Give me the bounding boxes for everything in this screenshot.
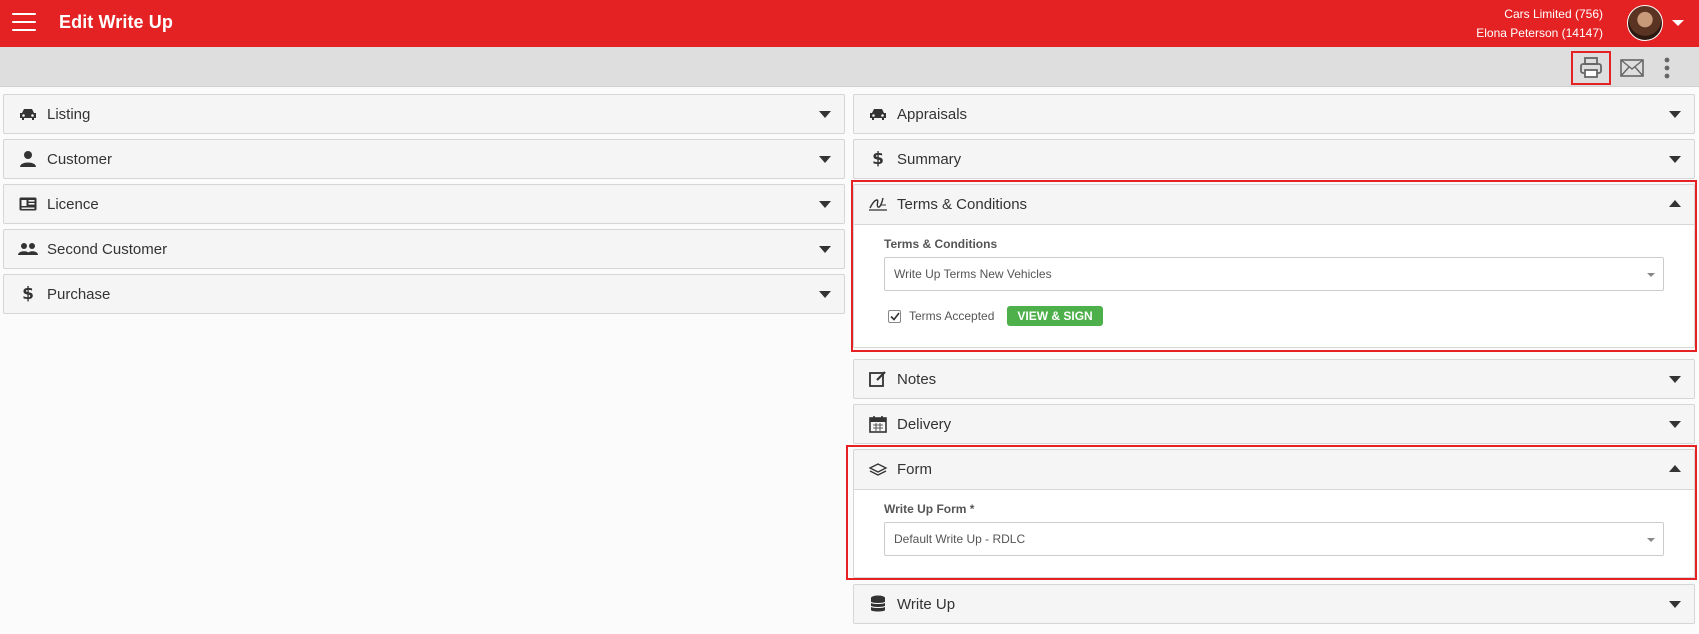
chevron-down-icon[interactable] [1669,156,1681,163]
panel-licence[interactable]: Licence [3,184,845,224]
chevron-down-icon[interactable] [1669,376,1681,383]
panel-title: Licence [47,196,99,213]
chevron-down-icon[interactable] [819,201,831,208]
email-button[interactable] [1612,51,1652,85]
chevron-down-icon[interactable] [819,156,831,163]
menu-icon[interactable] [12,13,36,33]
print-button[interactable] [1571,51,1611,85]
chevron-down-icon[interactable] [1669,111,1681,118]
account-info[interactable]: Cars Limited (756) Elona Peterson (14147… [1476,5,1603,43]
panel-customer[interactable]: Customer [3,139,845,179]
user-name: Elona Peterson (14147) [1476,26,1603,40]
panel-write-up[interactable]: Write Up [853,584,1695,624]
print-icon [1580,57,1602,78]
panel-title: Customer [47,151,113,168]
email-icon [1620,59,1644,77]
top-app-bar: Edit Write Up Cars Limited (756) Elona P… [0,0,1699,47]
highlight-box-form [846,445,1697,580]
panel-listing[interactable]: Listing [3,94,845,134]
page-title: Edit Write Up [59,12,173,32]
id-card-icon [18,194,38,214]
chevron-down-icon[interactable] [819,246,831,253]
more-vertical-icon [1664,57,1670,79]
avatar[interactable] [1627,5,1663,41]
panel-title: Listing [47,106,91,123]
company-name: Cars Limited (756) [1504,7,1603,21]
panel-delivery[interactable]: Delivery [853,404,1695,444]
people-icon [18,239,38,259]
panel-title: Purchase [47,286,111,303]
highlight-box-terms [851,180,1697,352]
calendar-icon [868,414,888,434]
database-icon [868,594,888,614]
panel-title: Delivery [897,416,952,433]
panel-title: Notes [897,371,937,388]
panel-summary[interactable]: $ Summary [853,139,1695,179]
dollar-icon: $ [22,284,34,304]
panel-second-customer[interactable]: Second Customer [3,229,845,269]
chevron-down-icon[interactable] [1669,601,1681,608]
car-icon [18,104,38,124]
chevron-down-icon[interactable] [819,291,831,298]
panel-appraisals[interactable]: Appraisals [853,94,1695,134]
panel-title: Summary [897,151,962,168]
car-icon [868,104,888,124]
action-toolbar [0,47,1699,87]
person-icon [18,149,38,169]
panel-title: Second Customer [47,241,168,258]
dollar-icon: $ [872,149,884,169]
chevron-down-icon[interactable] [819,111,831,118]
panel-purchase[interactable]: $ Purchase [3,274,845,314]
more-options-button[interactable] [1657,51,1677,85]
panel-notes[interactable]: Notes [853,359,1695,399]
panel-title: Write Up [897,596,956,613]
panel-title: Appraisals [897,106,968,123]
edit-note-icon [868,369,888,389]
chevron-down-icon[interactable] [1672,20,1684,26]
chevron-down-icon[interactable] [1669,421,1681,428]
